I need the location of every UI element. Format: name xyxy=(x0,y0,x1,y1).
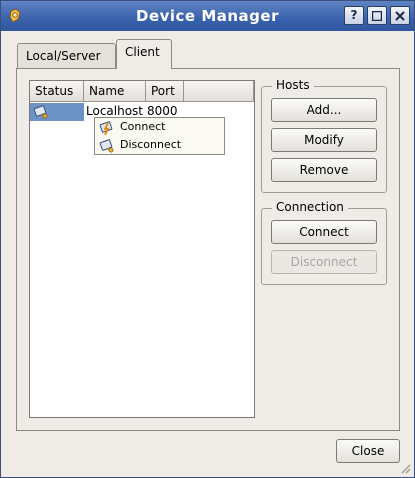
connect-icon xyxy=(99,121,113,136)
tab-label: Client xyxy=(125,45,160,59)
close-icon xyxy=(395,11,405,21)
column-header-empty xyxy=(184,81,254,102)
close-window-button[interactable] xyxy=(390,6,410,25)
close-button[interactable]: Close xyxy=(336,439,400,463)
resize-grip-icon[interactable] xyxy=(399,462,411,474)
title-bar[interactable]: Device Manager ? xyxy=(1,1,414,31)
modify-host-button[interactable]: Modify xyxy=(271,128,377,152)
column-header-status[interactable]: Status xyxy=(30,81,84,102)
disconnect-button: Disconnect xyxy=(271,250,377,274)
disconnect-icon xyxy=(99,139,114,153)
column-header-name[interactable]: Name xyxy=(84,81,146,102)
tab-local-server[interactable]: Local/Server xyxy=(17,43,116,69)
help-button[interactable]: ? xyxy=(344,6,364,25)
tab-label: Local/Server xyxy=(26,49,101,63)
host-name: Localhost xyxy=(86,104,144,118)
status-cell xyxy=(30,103,84,121)
maximize-button[interactable] xyxy=(367,6,387,25)
disconnected-status-icon xyxy=(33,105,48,119)
remove-host-button[interactable]: Remove xyxy=(271,158,377,182)
device-manager-window: Device Manager ? Local/Server Client Sta… xyxy=(0,0,415,478)
host-context-menu: Connect Disconnect xyxy=(94,117,225,155)
menu-item-label: Disconnect xyxy=(120,138,182,151)
hosts-group-title: Hosts xyxy=(272,78,314,92)
tab-client[interactable]: Client xyxy=(116,39,172,69)
menu-item-disconnect[interactable]: Disconnect xyxy=(99,137,223,155)
menu-item-connect[interactable]: Connect xyxy=(99,119,223,137)
column-header-port[interactable]: Port xyxy=(146,81,184,102)
add-host-button[interactable]: Add... xyxy=(271,98,377,122)
host-port: 8000 xyxy=(147,104,178,118)
maximize-icon xyxy=(371,10,383,22)
connect-button[interactable]: Connect xyxy=(271,220,377,244)
menu-item-label: Connect xyxy=(120,120,166,133)
connection-group-title: Connection xyxy=(272,200,348,214)
